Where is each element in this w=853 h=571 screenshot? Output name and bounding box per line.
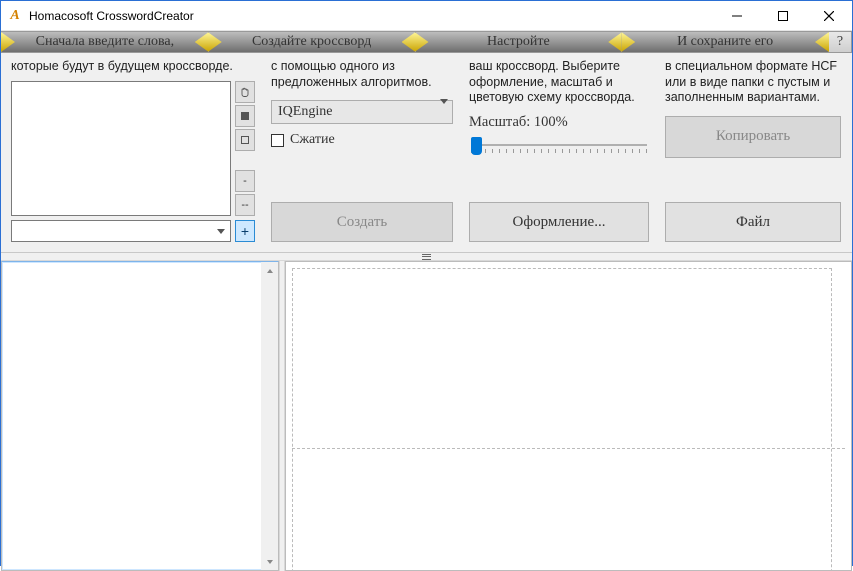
engine-select[interactable]: IQEngine bbox=[271, 100, 453, 124]
compress-checkbox[interactable] bbox=[271, 134, 284, 147]
panel-save-desc: в специальном формате HCF или в виде пап… bbox=[665, 59, 841, 106]
toolbar-panels: которые будут в будущем кроссворде. - --… bbox=[1, 53, 852, 253]
panel-create: с помощью одного из предложенных алгорит… bbox=[265, 55, 459, 248]
scale-thumb[interactable] bbox=[471, 137, 482, 155]
ribbon-tabs: Сначала введите слова, Создайте кроссвор… bbox=[1, 31, 852, 53]
maximize-button[interactable] bbox=[760, 1, 806, 30]
tool-empty-square-button[interactable] bbox=[235, 129, 255, 151]
create-button[interactable]: Создать bbox=[271, 202, 453, 242]
add-word-button[interactable]: + bbox=[235, 220, 255, 242]
chevron-down-icon bbox=[212, 222, 229, 240]
window-buttons bbox=[714, 1, 852, 30]
compress-checkbox-row[interactable]: Сжатие bbox=[271, 132, 453, 148]
scroll-up-button[interactable] bbox=[261, 262, 278, 279]
tool-hand-button[interactable] bbox=[235, 81, 255, 103]
panel-words: которые будут в будущем кроссворде. - --… bbox=[5, 55, 261, 248]
engine-selected-value: IQEngine bbox=[278, 104, 332, 120]
panel-words-desc: которые будут в будущем кроссворде. bbox=[11, 59, 255, 75]
guide-horizontal bbox=[292, 448, 845, 449]
page-boundary bbox=[292, 268, 832, 571]
scale-slider[interactable] bbox=[469, 135, 649, 155]
panel-configure: ваш кроссворд. Выберите оформление, масш… bbox=[463, 55, 655, 248]
remove-all-words-button[interactable]: -- bbox=[235, 194, 255, 216]
tab-step3[interactable]: Настройте bbox=[415, 31, 623, 53]
window-title: Homacosoft CrosswordCreator bbox=[29, 9, 714, 23]
minimize-button[interactable] bbox=[714, 1, 760, 30]
titlebar: A Homacosoft CrosswordCreator bbox=[1, 1, 852, 31]
help-button[interactable]: ? bbox=[828, 31, 852, 53]
remove-word-button[interactable]: - bbox=[235, 170, 255, 192]
panel-save: в специальном формате HCF или в виде пап… bbox=[659, 55, 847, 248]
scrollbar[interactable] bbox=[261, 262, 278, 570]
compress-label: Сжатие bbox=[290, 132, 335, 148]
copy-button[interactable]: Копировать bbox=[665, 116, 841, 158]
crossword-canvas-pane[interactable] bbox=[285, 261, 852, 571]
scale-label: Масштаб: 100% bbox=[469, 114, 649, 131]
word-list-pane[interactable] bbox=[1, 261, 279, 571]
word-input-combo[interactable] bbox=[11, 220, 231, 242]
horizontal-splitter[interactable] bbox=[1, 253, 852, 261]
tab-step2[interactable]: Создайте кроссворд bbox=[208, 31, 416, 53]
chevron-down-icon bbox=[440, 104, 448, 120]
design-button[interactable]: Оформление... bbox=[469, 202, 649, 242]
words-listbox[interactable] bbox=[11, 81, 231, 216]
tab-step1[interactable]: Сначала введите слова, bbox=[1, 31, 209, 53]
scroll-down-button[interactable] bbox=[261, 553, 278, 570]
panel-configure-desc: ваш кроссворд. Выберите оформление, масш… bbox=[469, 59, 649, 106]
close-button[interactable] bbox=[806, 1, 852, 30]
workspace bbox=[1, 261, 852, 571]
panel-create-desc: с помощью одного из предложенных алгорит… bbox=[271, 59, 453, 90]
tool-filled-square-button[interactable] bbox=[235, 105, 255, 127]
tab-step4[interactable]: И сохраните его bbox=[621, 31, 829, 53]
file-button[interactable]: Файл bbox=[665, 202, 841, 242]
app-icon: A bbox=[7, 8, 23, 24]
